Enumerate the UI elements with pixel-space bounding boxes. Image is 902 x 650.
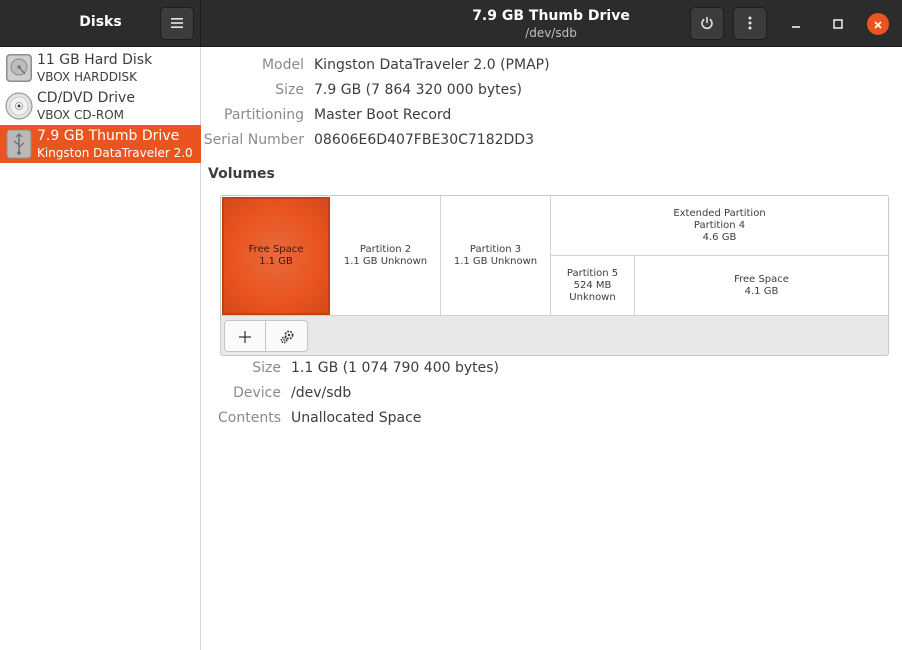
selected-size-row: Size 1.1 GB (1 074 790 400 bytes) <box>202 360 902 380</box>
volume-size: 1.1 GB Unknown <box>343 256 428 267</box>
selected-device-value: /dev/sdb <box>291 385 352 401</box>
power-off-button[interactable] <box>690 7 724 40</box>
volume-size: 4.6 GB <box>702 231 737 243</box>
maximize-icon <box>833 16 843 31</box>
partitioning-value: Master Boot Record <box>314 107 452 123</box>
serial-row: Serial Number 08606E6D407FBE30C7182DD3 <box>202 132 902 152</box>
volume-label: Partition 5 <box>566 268 619 279</box>
volume-label: Free Space <box>248 244 304 255</box>
minimize-icon <box>791 16 801 31</box>
drive-options-button[interactable] <box>733 7 767 40</box>
sidebar-header: Disks <box>0 0 201 47</box>
hamburger-menu-icon <box>171 15 183 31</box>
volume-sublabel: Partition 4 <box>693 219 746 231</box>
window-subtitle: /dev/sdb <box>525 26 577 40</box>
selected-size-label: Size <box>252 360 281 376</box>
optical-disc-icon <box>5 91 33 121</box>
partition-options-button[interactable] <box>266 320 308 352</box>
minimize-button[interactable] <box>785 13 807 35</box>
drive-item-thumb-drive[interactable]: 7.9 GB Thumb Drive Kingston DataTraveler… <box>0 125 201 163</box>
close-icon <box>873 17 883 31</box>
volume-free-space-1[interactable]: Free Space 1.1 GB <box>222 197 330 315</box>
gears-icon <box>279 326 295 345</box>
model-row: Model Kingston DataTraveler 2.0 (PMAP) <box>202 57 902 77</box>
usb-drive-icon <box>5 129 33 159</box>
drive-model: Kingston DataTraveler 2.0 <box>37 146 193 160</box>
drive-model: VBOX HARDDISK <box>37 70 138 84</box>
drive-item-optical[interactable]: CD/DVD Drive VBOX CD-ROM <box>0 87 201 125</box>
volume-free-space-2[interactable]: Free Space 4.1 GB <box>635 256 888 316</box>
volume-size: 1.1 GB Unknown <box>453 256 538 267</box>
close-button[interactable] <box>867 13 889 35</box>
volumes-frame: Free Space 1.1 GB Partition 2 1.1 GB Unk… <box>220 195 889 356</box>
plus-icon <box>239 326 251 345</box>
volume-label: Free Space <box>734 274 789 285</box>
volume-partition-3[interactable]: Partition 3 1.1 GB Unknown <box>441 196 551 316</box>
serial-label: Serial Number <box>203 132 304 148</box>
drive-model: VBOX CD-ROM <box>37 108 125 122</box>
drive-item-hard-disk[interactable]: 11 GB Hard Disk VBOX HARDDISK <box>0 49 201 87</box>
drive-name: CD/DVD Drive <box>37 90 135 106</box>
selected-device-row: Device /dev/sdb <box>202 385 902 405</box>
volume-partition-5[interactable]: Partition 5 524 MB Unknown <box>551 256 635 316</box>
partitioning-label: Partitioning <box>224 107 304 123</box>
main-menu-button[interactable] <box>160 7 194 40</box>
selected-device-label: Device <box>233 385 281 401</box>
size-row: Size 7.9 GB (7 864 320 000 bytes) <box>202 82 902 102</box>
volume-partition-2[interactable]: Partition 2 1.1 GB Unknown <box>331 196 441 316</box>
drive-name: 7.9 GB Thumb Drive <box>37 128 180 144</box>
selected-size-value: 1.1 GB (1 074 790 400 bytes) <box>291 360 499 376</box>
model-label: Model <box>261 57 304 73</box>
window-title: 7.9 GB Thumb Drive <box>472 8 630 24</box>
volume-size: 1.1 GB <box>259 256 293 267</box>
hard-disk-icon <box>5 53 33 83</box>
partitioning-row: Partitioning Master Boot Record <box>202 107 902 127</box>
drive-details-panel: Model Kingston DataTraveler 2.0 (PMAP) S… <box>202 47 902 650</box>
volume-size: 4.1 GB <box>744 286 779 297</box>
volume-label: Extended Partition <box>673 207 766 219</box>
power-icon <box>700 15 714 31</box>
volume-map: Free Space 1.1 GB Partition 2 1.1 GB Unk… <box>221 196 888 316</box>
volume-label: Partition 2 <box>359 244 412 255</box>
drive-name: 11 GB Hard Disk <box>37 52 153 68</box>
drive-list: 11 GB Hard Disk VBOX HARDDISK CD/DVD Dri… <box>0 47 201 650</box>
volumes-heading: Volumes <box>208 166 275 182</box>
volume-size: 524 MB Unknown <box>569 280 616 303</box>
selected-contents-row: Contents Unallocated Space <box>202 410 902 430</box>
selected-contents-label: Contents <box>218 410 281 426</box>
selected-contents-value: Unallocated Space <box>291 410 422 426</box>
maximize-button[interactable] <box>827 13 849 35</box>
volume-extended-partition[interactable]: Extended Partition Partition 4 4.6 GB <box>551 196 888 256</box>
serial-value: 08606E6D407FBE30C7182DD3 <box>314 132 534 148</box>
volume-label: Partition 3 <box>469 244 522 255</box>
size-value: 7.9 GB (7 864 320 000 bytes) <box>314 82 522 98</box>
size-label: Size <box>275 82 304 98</box>
create-partition-button[interactable] <box>224 320 266 352</box>
header-bar: Disks 7.9 GB Thumb Drive /dev/sdb <box>0 0 902 47</box>
vertical-ellipsis-icon <box>748 15 752 31</box>
model-value: Kingston DataTraveler 2.0 (PMAP) <box>314 57 550 73</box>
